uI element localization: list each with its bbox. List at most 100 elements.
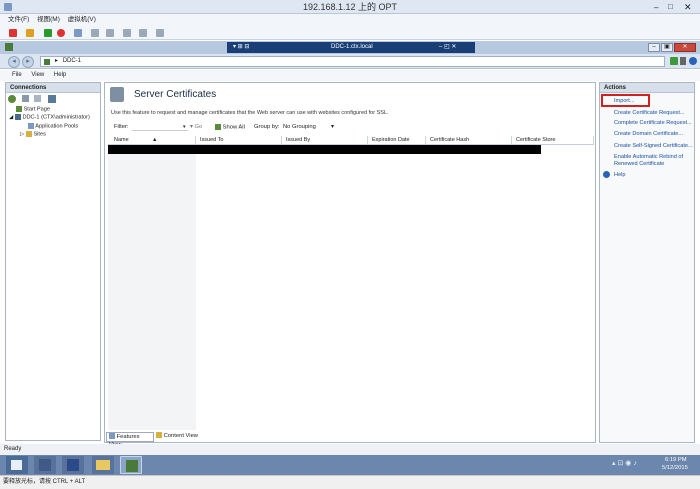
column-name[interactable]: Name ▲ [110,136,196,144]
import-highlight [601,94,650,107]
show-all-icon [215,124,221,130]
expand-icon[interactable]: ▷ [20,131,24,137]
play-icon[interactable] [44,29,52,37]
sites-icon [25,131,32,137]
tree-item-server[interactable]: ◢ DDC-1 (CTX\administrator) [9,114,90,120]
address-breadcrumb[interactable]: ▸ DDC-1 [40,56,665,67]
tab-features-view[interactable]: Features View [106,432,154,448]
go-button[interactable]: ▾ Go [190,124,202,130]
action-create-self-signed-certificate[interactable]: Create Self-Signed Certificate... [614,143,693,149]
remote-connection-bar: ▾ ⊞ ⊟ DDC-1.ctx.local – ◰ ✕ [227,42,475,53]
tree-item-sites[interactable]: ▷ Sites [20,131,46,137]
settings-icon[interactable] [156,29,164,37]
tray-icons[interactable]: ▴ ⊡ ◉ ♪ [612,459,637,467]
taskbar-server-manager[interactable] [34,456,56,474]
windows-logo-icon [11,460,22,470]
vm-menu-vm[interactable]: 虚拟机(V) [68,16,96,23]
content-view-icon [156,432,162,439]
taskbar-file-explorer[interactable] [92,456,114,474]
group-by-label: Group by: [254,124,280,130]
column-certificate-hash[interactable]: Certificate Hash [426,136,512,144]
action-complete-certificate-request[interactable]: Complete Certificate Request... [614,120,692,126]
pause-icon[interactable] [26,29,34,37]
column-issued-by[interactable]: Issued By [282,136,368,144]
stop-icon[interactable] [9,29,17,37]
vm-app-icon [4,3,12,11]
save-icon[interactable] [22,95,29,102]
status-bar: Ready [0,444,700,455]
connection-manager-icon[interactable] [48,95,56,103]
clock-date[interactable]: 5/12/2015 [662,465,688,471]
snapshot-icon[interactable] [74,29,82,37]
menu-view[interactable]: View [31,72,44,78]
table-row[interactable] [108,145,541,154]
connections-panel: Connections Start Page ◢ DDC-1 (CTX\admi… [5,82,101,441]
connect-icon[interactable] [8,95,16,103]
stop-loading-icon[interactable] [680,57,686,65]
action-help[interactable]: Help [614,172,626,178]
clock-time[interactable]: 6:19 PM [665,457,687,463]
filter-label: Filter: [114,124,129,130]
group-by-select[interactable]: No Grouping ▾ [283,124,338,130]
taskbar-iis-manager[interactable] [120,456,142,474]
column-certificate-store[interactable]: Certificate Store [512,136,594,144]
breadcrumb-item-server[interactable]: DDC-1 [63,58,81,64]
back-button[interactable]: ◂ [8,56,20,68]
action-create-domain-certificate[interactable]: Create Domain Certificate... [614,131,683,137]
pin-icon[interactable]: ▾ ⊞ ⊟ [233,42,249,53]
menu-bar: File View Help [0,70,700,81]
close-button[interactable]: ✕ [684,2,692,13]
address-node-icon [44,59,50,65]
tree-item-start-page[interactable]: Start Page [16,106,50,112]
forward-button[interactable]: ▸ [22,56,34,68]
go-icon: ▾ [190,124,193,130]
actions-title: Actions [600,83,694,93]
action-create-certificate-request[interactable]: Create Certificate Request... [614,110,685,116]
release-cursor-hint: 要释放光标，请按 CTRL + ALT [0,475,700,489]
server-manager-icon [39,459,51,471]
name-column-area [108,154,196,430]
window-maximize-button[interactable]: ▣ [661,43,673,52]
connections-title: Connections [6,83,100,93]
collapse-icon[interactable]: ◢ [9,114,13,120]
window-close-button[interactable]: ✕ [674,43,696,52]
remote-title: DDC-1.ctx.local [331,44,373,50]
powershell-icon [67,459,79,471]
column-expiration-date[interactable]: Expiration Date [368,136,426,144]
filter-input[interactable] [132,122,188,131]
connections-toolbar [8,95,98,104]
column-issued-to[interactable]: Issued To [196,136,282,144]
window-minimize-button[interactable]: – [648,43,660,52]
help-icon[interactable] [689,57,697,65]
fullscreen-icon[interactable] [139,29,147,37]
action-enable-automatic-rebind-line2[interactable]: Renewed Certificate [614,161,664,167]
tab-content-view[interactable]: Content View [154,432,202,442]
help-action-icon [603,171,610,178]
reset-icon[interactable] [57,29,65,37]
taskbar-powershell[interactable] [62,456,84,474]
show-all-button[interactable]: Show All [215,124,245,131]
remote-window-controls[interactable]: – ◰ ✕ [439,42,456,53]
server-icon [14,114,21,120]
snapshot-manager-icon[interactable] [91,29,99,37]
send-keys-icon[interactable] [123,29,131,37]
vm-menu-bar: 文件(F) 视图(M) 虚拟机(V) [0,14,700,26]
menu-help[interactable]: Help [54,72,66,78]
up-icon[interactable] [34,95,41,102]
features-view-icon [109,433,115,440]
vm-menu-view[interactable]: 视图(M) [37,16,60,23]
refresh-icon[interactable] [670,57,678,65]
maximize-button[interactable]: □ [668,2,673,11]
action-enable-automatic-rebind[interactable]: Enable Automatic Rebind of [614,154,683,160]
minimize-button[interactable]: – [654,3,658,12]
menu-file[interactable]: File [12,72,22,78]
tree-item-application-pools[interactable]: Application Pools [28,123,78,129]
filter-dropdown-icon[interactable]: ▾ [183,124,186,130]
app-pools-icon [28,123,34,129]
revert-icon[interactable] [106,29,114,37]
folder-icon [96,460,110,470]
start-page-icon [16,106,22,112]
vm-menu-file[interactable]: 文件(F) [8,16,29,23]
vm-toolbar [0,26,700,40]
start-button[interactable] [6,456,28,474]
